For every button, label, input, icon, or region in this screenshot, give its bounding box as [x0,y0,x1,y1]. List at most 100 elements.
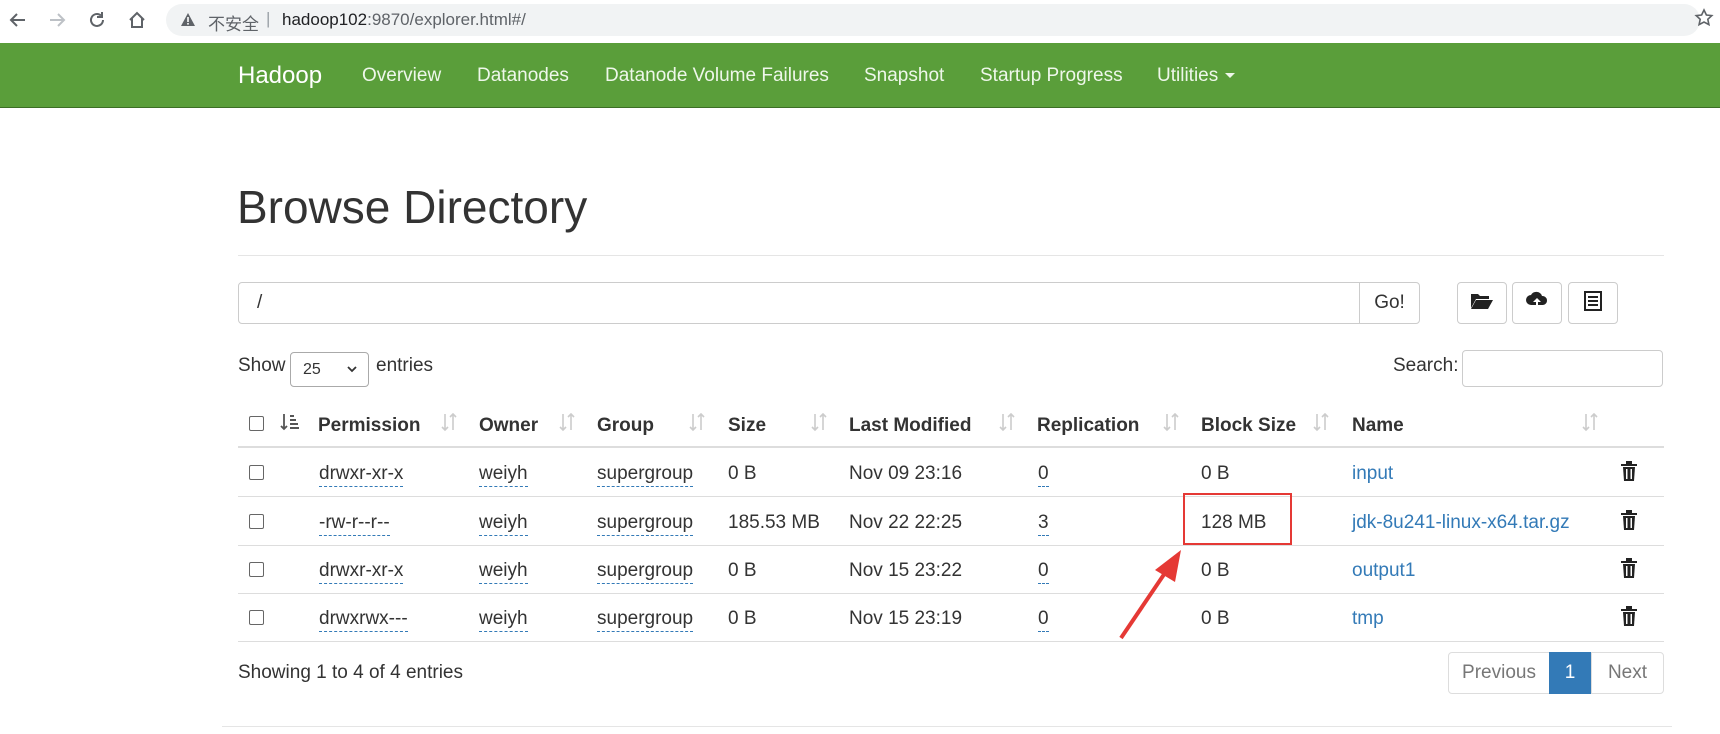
header-permission[interactable]: Permission [318,415,420,437]
group-cell[interactable]: supergroup [597,512,694,536]
sort-amount-icon[interactable] [280,412,300,437]
block-size-cell: 0 B [1201,463,1230,484]
owner-cell[interactable]: weiyh [479,512,528,536]
row-checkbox[interactable] [249,465,264,480]
next-page-button[interactable]: Next [1591,652,1664,694]
annotation-arrow-icon [1119,550,1181,640]
entries-label: entries [376,355,434,376]
permission-cell[interactable]: drwxr-xr-x [319,560,404,584]
sort-icon[interactable] [440,412,458,437]
address-bar[interactable]: 不安全 | hadoop102:9870/explorer.html#/ [166,4,1714,36]
header-group[interactable]: Group [597,415,654,437]
trash-icon[interactable] [1620,510,1638,535]
title-divider [238,255,1664,256]
header-owner[interactable]: Owner [479,415,538,437]
star-icon[interactable] [1694,8,1714,33]
size-cell: 0 B [728,560,757,581]
sort-icon[interactable] [558,412,576,437]
modified-cell: Nov 15 23:19 [849,608,963,629]
page-title: Browse Directory [237,181,588,233]
sort-icon[interactable] [1162,412,1180,437]
trash-icon[interactable] [1620,606,1638,631]
modified-cell: Nov 15 23:22 [849,560,963,581]
chevron-down-icon [346,362,358,380]
trash-icon[interactable] [1620,558,1638,583]
go-button[interactable]: Go! [1359,282,1420,324]
size-cell: 185.53 MB [728,512,820,533]
replication-cell[interactable]: 0 [1038,463,1049,487]
search-label: Search: [1393,355,1459,376]
upload-button[interactable] [1512,282,1562,324]
group-cell[interactable]: supergroup [597,608,694,632]
list-icon [1583,290,1603,316]
cloud-upload-icon [1525,290,1549,317]
nav-datanode-volume-failures[interactable]: Datanode Volume Failures [605,65,829,87]
size-cell: 0 B [728,463,757,484]
table-row: -rw-r--r-- weiyh supergroup 185.53 MB No… [238,498,1664,546]
row-checkbox[interactable] [249,562,264,577]
header-replication[interactable]: Replication [1037,415,1139,437]
owner-cell[interactable]: weiyh [479,463,528,487]
insecure-label: 不安全 [208,15,259,34]
footer-divider [222,726,1672,727]
sort-icon[interactable] [998,412,1016,437]
table-row: drwxr-xr-x weiyh supergroup 0 B Nov 09 2… [238,449,1664,497]
arrow-right-icon[interactable] [42,5,72,35]
replication-cell[interactable]: 0 [1038,608,1049,632]
home-icon[interactable] [122,5,152,35]
permission-cell[interactable]: drwxr-xr-x [319,463,404,487]
caret-down-icon [1225,73,1236,79]
table-row: drwxr-xr-x weiyh supergroup 0 B Nov 15 2… [238,546,1664,594]
block-size-cell: 128 MB [1201,512,1267,533]
select-all-checkbox[interactable] [249,416,264,431]
top-navbar: Hadoop Overview Datanodes Datanode Volum… [0,43,1720,108]
replication-cell[interactable]: 3 [1038,512,1049,536]
sort-icon[interactable] [1581,412,1599,437]
create-directory-button[interactable] [1457,282,1507,324]
name-link[interactable]: jdk-8u241-linux-x64.tar.gz [1352,512,1570,534]
table-info: Showing 1 to 4 of 4 entries [238,662,463,683]
owner-cell[interactable]: weiyh [479,608,528,632]
nav-utilities[interactable]: Utilities [1157,65,1236,87]
nav-snapshot[interactable]: Snapshot [864,65,944,87]
header-last-modified[interactable]: Last Modified [849,415,971,437]
name-link[interactable]: input [1352,463,1393,485]
sort-icon[interactable] [810,412,828,437]
block-size-cell: 0 B [1201,608,1230,629]
sort-icon[interactable] [1312,412,1330,437]
header-name[interactable]: Name [1352,415,1404,437]
name-link[interactable]: output1 [1352,560,1415,582]
permission-cell[interactable]: -rw-r--r-- [319,512,390,536]
arrow-left-icon[interactable] [3,5,33,35]
entries-select[interactable]: 25 [290,352,369,387]
permission-cell[interactable]: drwxrwx--- [319,608,408,632]
nav-overview[interactable]: Overview [362,65,441,87]
owner-cell[interactable]: weiyh [479,560,528,584]
modified-cell: Nov 09 23:16 [849,463,963,484]
nav-startup-progress[interactable]: Startup Progress [980,65,1123,87]
name-link[interactable]: tmp [1352,608,1384,630]
header-size[interactable]: Size [728,415,766,437]
replication-cell[interactable]: 0 [1038,560,1049,584]
group-cell[interactable]: supergroup [597,560,694,584]
sort-icon[interactable] [688,412,706,437]
warning-icon [180,12,196,32]
nav-datanodes[interactable]: Datanodes [477,65,569,87]
trash-icon[interactable] [1620,461,1638,486]
row-checkbox[interactable] [249,514,264,529]
browser-toolbar: 不安全 | hadoop102:9870/explorer.html#/ [0,0,1720,40]
size-cell: 0 B [728,608,757,629]
url-text: hadoop102:9870/explorer.html#/ [282,10,526,29]
previous-page-button[interactable]: Previous [1448,652,1550,694]
path-input[interactable]: / [238,282,1360,324]
show-label: Show [238,355,286,376]
page-1-button[interactable]: 1 [1549,652,1591,694]
reload-icon[interactable] [82,5,112,35]
header-block-size[interactable]: Block Size [1201,415,1296,437]
url-separator: | [266,9,271,28]
row-checkbox[interactable] [249,610,264,625]
group-cell[interactable]: supergroup [597,463,694,487]
search-input[interactable] [1462,350,1663,387]
brand-logo[interactable]: Hadoop [238,62,322,90]
cut-paste-button[interactable] [1568,282,1618,324]
